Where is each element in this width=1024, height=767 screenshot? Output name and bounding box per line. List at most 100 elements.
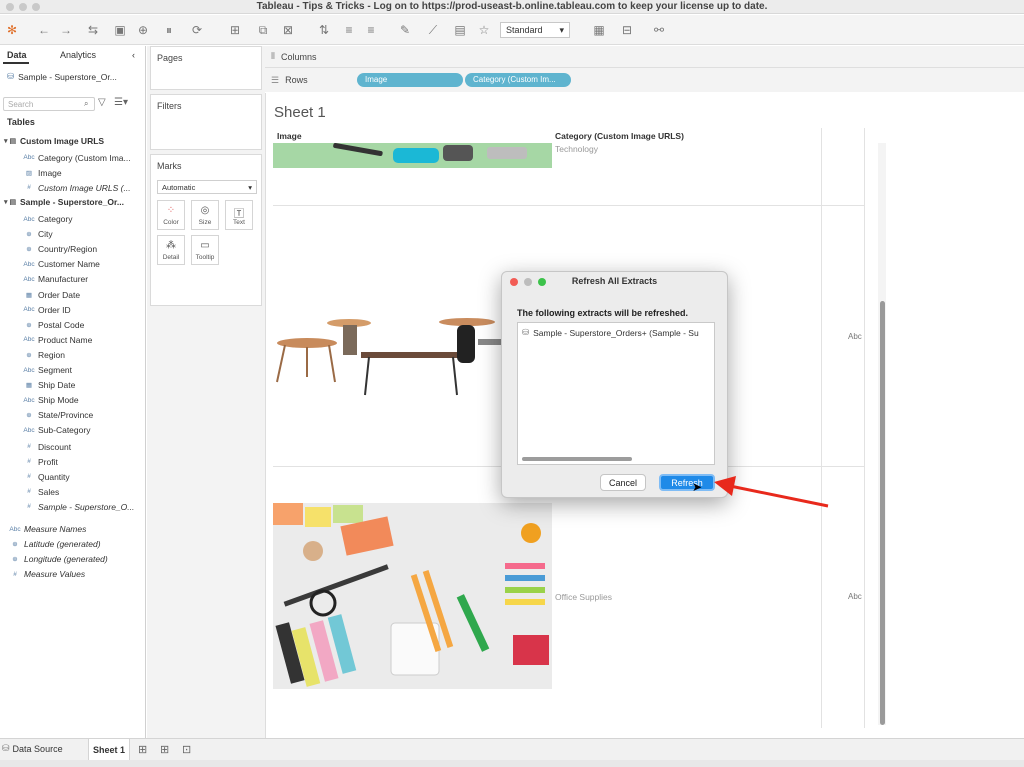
- field-item[interactable]: ▦ Order Date: [0, 287, 144, 302]
- field-item[interactable]: Abc Category (Custom Ima...: [0, 150, 144, 165]
- sort-descending-icon[interactable]: ≡: [362, 21, 380, 39]
- field-label: Category: [38, 214, 73, 224]
- detail-button[interactable]: ⁂ Detail: [157, 235, 185, 265]
- field-item[interactable]: ▨ Image: [0, 165, 144, 180]
- refresh-button[interactable]: Refresh: [659, 474, 715, 491]
- dimension-type-icon: Abc: [23, 260, 35, 268]
- field-item[interactable]: Abc Customer Name: [0, 257, 144, 272]
- active-tab-indicator: [3, 62, 29, 64]
- pause-updates-icon[interactable]: ⏸: [158, 21, 180, 39]
- pages-card[interactable]: Pages: [150, 46, 262, 90]
- field-item[interactable]: Abc Ship Mode: [0, 393, 144, 408]
- back-icon[interactable]: ←: [36, 21, 52, 39]
- field-item[interactable]: # Measure Values: [0, 567, 144, 582]
- dimension-type-icon: Abc: [23, 306, 35, 314]
- view-options-icon[interactable]: ☰▾: [114, 97, 128, 108]
- text-icon: 🅃: [234, 209, 244, 220]
- columns-shelf[interactable]: ⦀ Columns: [265, 46, 1024, 68]
- mark-type-dropdown[interactable]: Automatic ▾: [157, 180, 257, 194]
- field-item[interactable]: ⊕ Latitude (generated): [0, 537, 144, 552]
- field-label: Profit: [38, 456, 58, 467]
- field-item[interactable]: Abc Order ID: [0, 302, 144, 317]
- extract-icon: ⛁: [522, 327, 530, 337]
- presentation-mode-icon[interactable]: ⊟: [618, 21, 636, 39]
- extract-list[interactable]: ⛁ Sample - Superstore_Orders+ (Sample - …: [517, 322, 715, 465]
- column-divider: [821, 128, 822, 728]
- field-item[interactable]: ⊕ Country/Region: [0, 242, 144, 257]
- columns-label: Columns: [280, 51, 317, 62]
- marks-card: Marks Automatic ▾ ⁘ Color ◎ Size 🅃 Text ⁂ Det…: [150, 154, 262, 306]
- toolbar: ✻ ← → ⇆ ▣ ⊕ ⏸ ⟳ ⊞ ⧉ ⊠ ⇅ ≡ ≡ ✎ ⟋ ▤ ☆ Stan…: [0, 15, 1024, 45]
- field-item[interactable]: # Quantity: [0, 469, 144, 484]
- field-item[interactable]: ⊕ City: [0, 227, 144, 242]
- search-input[interactable]: Search: [3, 97, 95, 111]
- labels-icon[interactable]: ▤: [452, 21, 468, 39]
- tab-analytics[interactable]: Analytics: [60, 50, 96, 60]
- list-item[interactable]: ⛁ Sample - Superstore_Orders+ (Sample - …: [522, 327, 712, 338]
- pin-icon[interactable]: ☆: [476, 21, 492, 39]
- field-item[interactable]: Abc Sub-Category: [0, 423, 144, 438]
- share-icon[interactable]: ⚯: [650, 21, 668, 39]
- new-dashboard-icon[interactable]: ⊞: [160, 743, 169, 756]
- table-group-header[interactable]: ▾ ▤ Custom Image URLS: [4, 136, 104, 146]
- new-datasource-icon[interactable]: ⊕: [134, 21, 152, 39]
- text-label: Text: [233, 219, 245, 226]
- save-icon[interactable]: ▣: [112, 21, 128, 39]
- tableau-logo-icon[interactable]: ✻: [4, 21, 20, 39]
- fit-dropdown[interactable]: Standard ▾: [500, 22, 570, 38]
- field-item[interactable]: # Discount: [0, 439, 144, 454]
- field-item[interactable]: Abc Category: [0, 212, 144, 227]
- size-icon: ◎: [200, 205, 210, 216]
- tooltip-button[interactable]: ▭ Tooltip: [191, 235, 219, 265]
- field-item[interactable]: ⊕ Postal Code: [0, 317, 144, 332]
- data-pane: Data Analytics ‹ ⛁ Sample - Superstore_O…: [0, 46, 146, 738]
- data-source-tab[interactable]: ⛁ Data Source: [2, 743, 63, 754]
- forward-icon[interactable]: →: [58, 21, 74, 39]
- field-item[interactable]: # Custom Image URLS (...: [0, 180, 144, 195]
- rows-shelf[interactable]: ☰ Rows Image Category (Custom Im...: [265, 69, 1024, 91]
- field-item[interactable]: Abc Product Name: [0, 332, 144, 347]
- field-item[interactable]: Abc Manufacturer: [0, 272, 144, 287]
- field-item[interactable]: Abc Measure Names: [0, 522, 144, 537]
- refresh-icon[interactable]: ⟳: [186, 21, 208, 39]
- size-button[interactable]: ◎ Size: [191, 200, 219, 230]
- group-icon[interactable]: ⟋: [424, 21, 442, 39]
- column-header-category[interactable]: Category (Custom Image URLS): [555, 131, 684, 141]
- field-label: Country/Region: [38, 244, 98, 255]
- table-group-header[interactable]: ▾ ▤ Sample - Superstore_Or...: [4, 197, 124, 207]
- swap-icon[interactable]: ⇅: [316, 21, 332, 39]
- filters-card[interactable]: Filters: [150, 94, 262, 150]
- collapse-pane-icon[interactable]: ‹: [132, 50, 135, 60]
- field-item[interactable]: ⊕ Longitude (generated): [0, 552, 144, 567]
- field-item[interactable]: # Profit: [0, 454, 144, 469]
- new-worksheet-icon[interactable]: ⊞: [224, 21, 246, 39]
- row-pill-image[interactable]: Image: [357, 73, 463, 87]
- column-header-image[interactable]: Image: [277, 131, 302, 141]
- vertical-scrollbar-thumb[interactable]: [880, 301, 885, 725]
- undo-history-icon[interactable]: ⇆: [82, 21, 104, 39]
- field-item[interactable]: # Sales: [0, 484, 144, 499]
- measure-type-icon: #: [27, 488, 31, 496]
- tab-data[interactable]: Data: [7, 50, 27, 60]
- filter-icon[interactable]: ▽: [98, 97, 106, 108]
- highlight-icon[interactable]: ✎: [396, 21, 414, 39]
- clear-sheet-icon[interactable]: ⊠: [278, 21, 298, 39]
- field-item[interactable]: Abc Segment: [0, 363, 144, 378]
- color-button[interactable]: ⁘ Color: [157, 200, 185, 230]
- field-item[interactable]: # Sample - Superstore_O...: [0, 499, 144, 514]
- sort-ascending-icon[interactable]: ≡: [340, 21, 358, 39]
- field-item[interactable]: ▦ Ship Date: [0, 378, 144, 393]
- show-cards-icon[interactable]: ▦: [588, 21, 610, 39]
- duplicate-sheet-icon[interactable]: ⧉: [254, 21, 272, 39]
- field-item[interactable]: ⊕ State/Province: [0, 408, 144, 423]
- technology-picture: [333, 143, 527, 163]
- datasource-item[interactable]: ⛁ Sample - Superstore_Or...: [7, 71, 117, 82]
- new-worksheet-icon[interactable]: ⊞: [138, 743, 147, 756]
- horizontal-scrollbar-thumb[interactable]: [522, 457, 632, 461]
- tab-sheet-1[interactable]: Sheet 1: [88, 739, 130, 760]
- field-item[interactable]: ⊕ Region: [0, 347, 144, 362]
- cancel-button[interactable]: Cancel: [600, 474, 646, 491]
- row-pill-category[interactable]: Category (Custom Im...: [465, 73, 571, 87]
- text-button[interactable]: 🅃 Text: [225, 200, 253, 230]
- new-story-icon[interactable]: ⊡: [182, 743, 191, 756]
